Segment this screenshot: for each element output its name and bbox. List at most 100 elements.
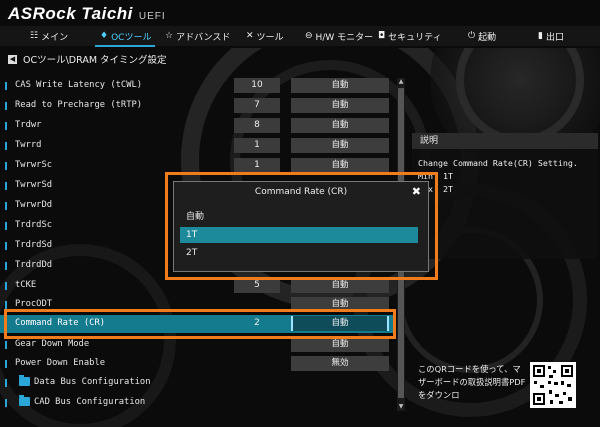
setting-row[interactable]: Trdwr 8 自動	[0, 117, 395, 135]
folder-icon	[19, 375, 30, 386]
popup-option[interactable]: 自動	[180, 209, 418, 225]
row-marker	[5, 360, 7, 368]
scroll-down-icon[interactable]: ▼	[397, 403, 405, 411]
setting-option[interactable]: 自動	[291, 78, 389, 93]
tab-tools[interactable]: ✕ ツール	[246, 26, 284, 46]
popup-option-selected[interactable]: 1T	[180, 227, 418, 243]
folder-icon	[19, 395, 30, 406]
row-marker	[5, 82, 7, 90]
popup-option[interactable]: 2T	[180, 245, 418, 261]
setting-row[interactable]: Power Down Enable 無効	[0, 355, 395, 373]
setting-label: Twrrd	[15, 140, 42, 150]
description-line: Max: 2T	[418, 184, 453, 194]
breadcrumb-text: OCツール\DRAM タイミング設定	[23, 55, 167, 66]
setting-option[interactable]: 自動	[291, 98, 389, 113]
tab-exit-label: 出口	[545, 32, 564, 43]
setting-label: Power Down Enable	[15, 358, 106, 368]
setting-label: TrdrdSd	[15, 240, 53, 250]
active-tab-indicator	[95, 45, 155, 47]
setting-option[interactable]: 自動	[291, 138, 389, 153]
power-icon: ⏻	[468, 31, 476, 41]
description-body: Change Command Rate(CR) Setting. Min: 1T…	[412, 149, 598, 259]
tab-oc-tools-label: OCツール	[111, 32, 152, 43]
setting-label: Gear Down Mode	[15, 339, 90, 349]
tab-exit[interactable]: ▮ 出口	[538, 26, 564, 46]
row-marker	[5, 282, 7, 290]
row-marker	[5, 301, 7, 309]
tab-security[interactable]: ◘ セキュリティ	[378, 26, 442, 46]
command-rate-popup: Command Rate (CR) ✖ 自動 1T 2T	[173, 181, 429, 272]
setting-value: 7	[234, 98, 280, 113]
tab-main[interactable]: ☷ メイン	[30, 26, 68, 46]
setting-value: 5	[234, 278, 280, 293]
setting-value: 10	[234, 78, 280, 93]
row-marker	[5, 242, 7, 250]
tab-boot[interactable]: ⏻ 起動	[468, 26, 496, 46]
tab-security-label: セキュリティ	[388, 32, 442, 43]
row-marker	[5, 222, 7, 230]
tools-icon: ✕	[246, 31, 254, 41]
tab-tools-label: ツール	[256, 32, 284, 43]
submenu-row[interactable]: Data Bus Configuration	[0, 374, 395, 392]
description-header: 説明	[412, 133, 598, 149]
setting-option[interactable]: 自動	[291, 118, 389, 133]
scroll-up-icon[interactable]: ▲	[397, 78, 405, 86]
brand-name: ASRock Taichi	[8, 4, 133, 23]
setting-label: TwrwrSc	[15, 160, 53, 170]
back-arrow-icon[interactable]: ◀	[8, 54, 17, 64]
setting-option[interactable]: 自動	[291, 158, 389, 173]
row-marker	[5, 162, 7, 170]
setting-option[interactable]: 自動	[291, 337, 389, 352]
flame-icon: ♦	[100, 31, 109, 41]
grid-icon: ☷	[30, 31, 39, 41]
close-icon[interactable]: ✖	[412, 185, 421, 198]
row-marker	[5, 341, 7, 349]
monitor-icon: ⊖	[305, 31, 313, 41]
setting-label: Trdwr	[15, 120, 42, 130]
breadcrumb: ◀ OCツール\DRAM タイミング設定	[8, 52, 167, 66]
tab-boot-label: 起動	[478, 32, 497, 43]
star-icon: ☆	[165, 31, 174, 41]
description-line: Change Command Rate(CR) Setting.	[418, 158, 578, 168]
row-marker	[5, 102, 7, 110]
setting-value: 1	[234, 138, 280, 153]
setting-label: tCKE	[15, 280, 37, 290]
setting-label: TwrwrDd	[15, 200, 53, 210]
tab-advanced-label: アドバンスド	[176, 32, 231, 43]
popup-title: Command Rate (CR)	[254, 187, 348, 197]
row-marker	[5, 122, 7, 130]
setting-row[interactable]: Twrrd 1 自動	[0, 137, 395, 155]
tab-main-label: メイン	[41, 32, 69, 43]
row-marker	[5, 379, 7, 387]
description-line: Min: 1T	[418, 171, 453, 181]
setting-value: 8	[234, 118, 280, 133]
setting-row[interactable]: CAS Write Latency (tCWL) 10 自動	[0, 77, 395, 95]
setting-label: ProcODT	[15, 299, 53, 309]
tab-oc-tools[interactable]: ♦ OCツール	[100, 26, 151, 46]
setting-option[interactable]: 無効	[291, 356, 389, 371]
submenu-label: CAD Bus Configuration	[34, 397, 146, 407]
row-marker	[5, 182, 7, 190]
row-marker	[5, 142, 7, 150]
setting-label: TrdrdSc	[15, 220, 53, 230]
setting-label: TwrwrSd	[15, 180, 53, 190]
setting-value: 1	[234, 158, 280, 173]
tab-hw-monitor[interactable]: ⊖ H/W モニター	[305, 26, 373, 46]
qr-note: このQRコードを使って、マザーボードの取扱説明書PDFをダウンロ	[418, 364, 526, 400]
shield-icon: ◘	[378, 31, 386, 41]
selection-highlight-frame	[4, 309, 396, 339]
submenu-row[interactable]: CAD Bus Configuration	[0, 394, 395, 412]
qr-code	[530, 362, 576, 408]
setting-option[interactable]: 自動	[291, 278, 389, 293]
setting-row[interactable]: Read to Precharge (tRTP) 7 自動	[0, 97, 395, 115]
row-marker	[5, 262, 7, 270]
tab-advanced[interactable]: ☆ アドバンスド	[165, 26, 230, 46]
setting-label: CAS Write Latency (tCWL)	[15, 80, 143, 90]
row-marker	[5, 202, 7, 210]
setting-label: TrdrdDd	[15, 260, 53, 270]
tab-hw-monitor-label: H/W モニター	[315, 32, 374, 43]
exit-icon: ▮	[538, 31, 543, 41]
top-nav: ☷ メイン ♦ OCツール ☆ アドバンスド ✕ ツール ⊖ H/W モニター ◘ セキュリ…	[0, 26, 600, 46]
row-marker	[5, 399, 7, 407]
brand-logo: ASRock Taichi UEFI	[8, 4, 166, 24]
